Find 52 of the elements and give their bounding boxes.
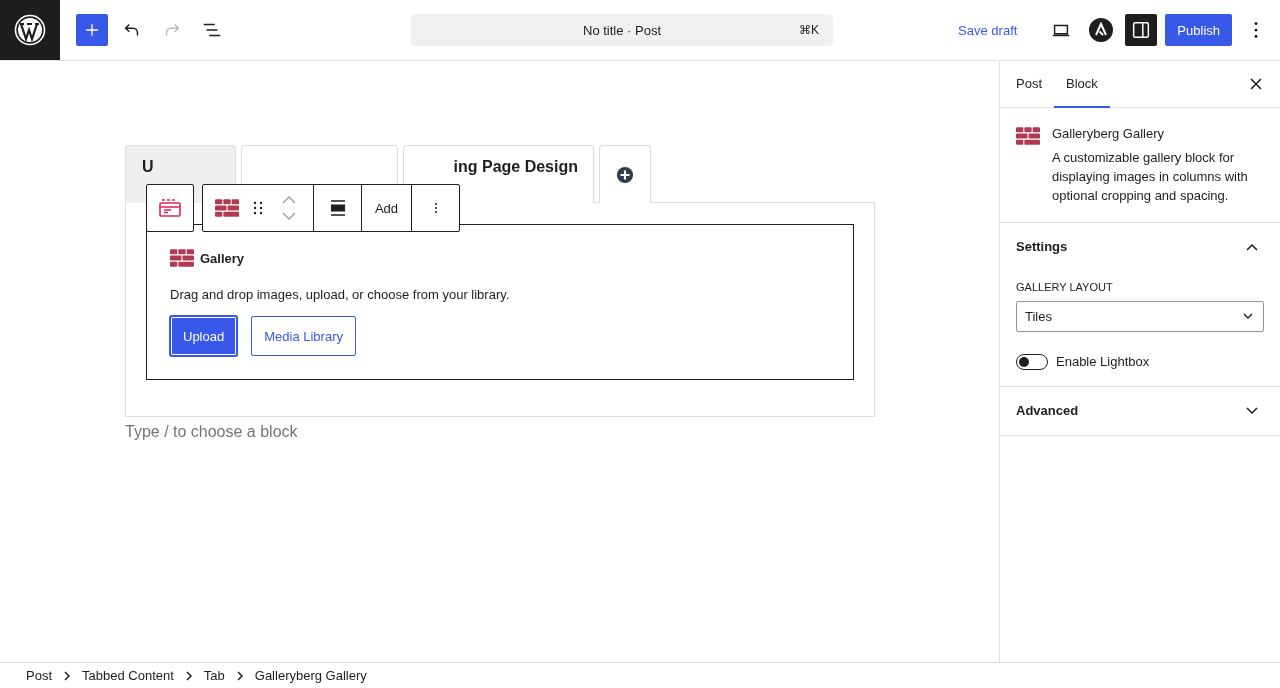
breadcrumb-link[interactable]: Post — [26, 668, 52, 683]
settings-button[interactable] — [1125, 14, 1158, 46]
publish-button[interactable]: Publish — [1165, 14, 1232, 46]
panel-toggle[interactable]: Advanced — [1000, 386, 1280, 435]
close-icon — [1250, 78, 1262, 90]
add-block-button[interactable] — [76, 14, 108, 46]
chevron-down-icon — [1243, 313, 1253, 320]
block-type-button[interactable] — [146, 184, 194, 232]
gallery-icon — [170, 249, 194, 267]
wordpress-icon — [14, 14, 46, 46]
chevron-down-icon — [282, 212, 296, 220]
add-button[interactable]: Add — [361, 185, 411, 231]
sidebar-tab[interactable]: Block — [1054, 61, 1110, 108]
plus-circle-icon — [616, 165, 634, 184]
triangle-logo-icon — [1089, 18, 1114, 42]
chevron-right-icon — [185, 670, 192, 681]
chevron-right-icon — [64, 670, 70, 681]
document-title: No title · Post — [583, 22, 662, 38]
panel-toggle[interactable]: Settings — [1000, 222, 1280, 271]
content-tab[interactable]: ing Page Design — [403, 145, 594, 203]
placeholder-title: Gallery — [200, 250, 245, 266]
drag-icon — [253, 201, 263, 215]
placeholder-instructions: Drag and drop images, upload, or choose from your library. — [170, 287, 511, 302]
more-icon — [1253, 19, 1259, 41]
block-description: A customizable gallery block for displaying images in columns with optional cropping and spacing. — [1052, 149, 1249, 205]
sidebar-tab[interactable]: Post — [1004, 61, 1054, 108]
breadcrumb-link[interactable]: Tab — [203, 668, 225, 683]
add-tab-button[interactable] — [599, 145, 651, 203]
chevron-up-icon — [282, 196, 296, 204]
move-up-button[interactable] — [282, 196, 296, 204]
breadcrumb-link[interactable]: Galleryberg Gallery — [254, 668, 367, 683]
tabs-block-icon — [159, 199, 181, 217]
chevron-down-icon — [1246, 406, 1258, 415]
chevron-right-icon — [236, 670, 243, 681]
document-bar[interactable]: No title · Post ⌘K — [411, 14, 834, 46]
layout-select[interactable]: Tiles — [1016, 300, 1264, 332]
gallery-icon — [215, 199, 239, 217]
align-wide-icon — [329, 200, 346, 216]
block-appender-placeholder[interactable]: Type / to choose a block — [125, 423, 999, 441]
block-title: Galleryberg Gallery — [1052, 126, 1165, 141]
move-down-button[interactable] — [282, 212, 296, 220]
lightbox-toggle[interactable] — [1016, 353, 1048, 370]
keyboard-shortcut: ⌘K — [799, 23, 820, 37]
breadcrumb-link[interactable]: Tabbed Content — [82, 668, 174, 683]
toggle-label: Enable Lightbox — [1056, 354, 1150, 370]
chevron-up-icon — [1246, 242, 1258, 251]
upload-button[interactable]: Upload — [170, 316, 238, 356]
save-draft-button[interactable]: Save draft — [950, 14, 1026, 46]
gallery-icon — [1016, 127, 1040, 145]
field-label: GALLERY LAYOUT — [1016, 280, 1114, 293]
media-library-button[interactable]: Media Library — [251, 316, 356, 356]
more-icon — [433, 200, 438, 216]
